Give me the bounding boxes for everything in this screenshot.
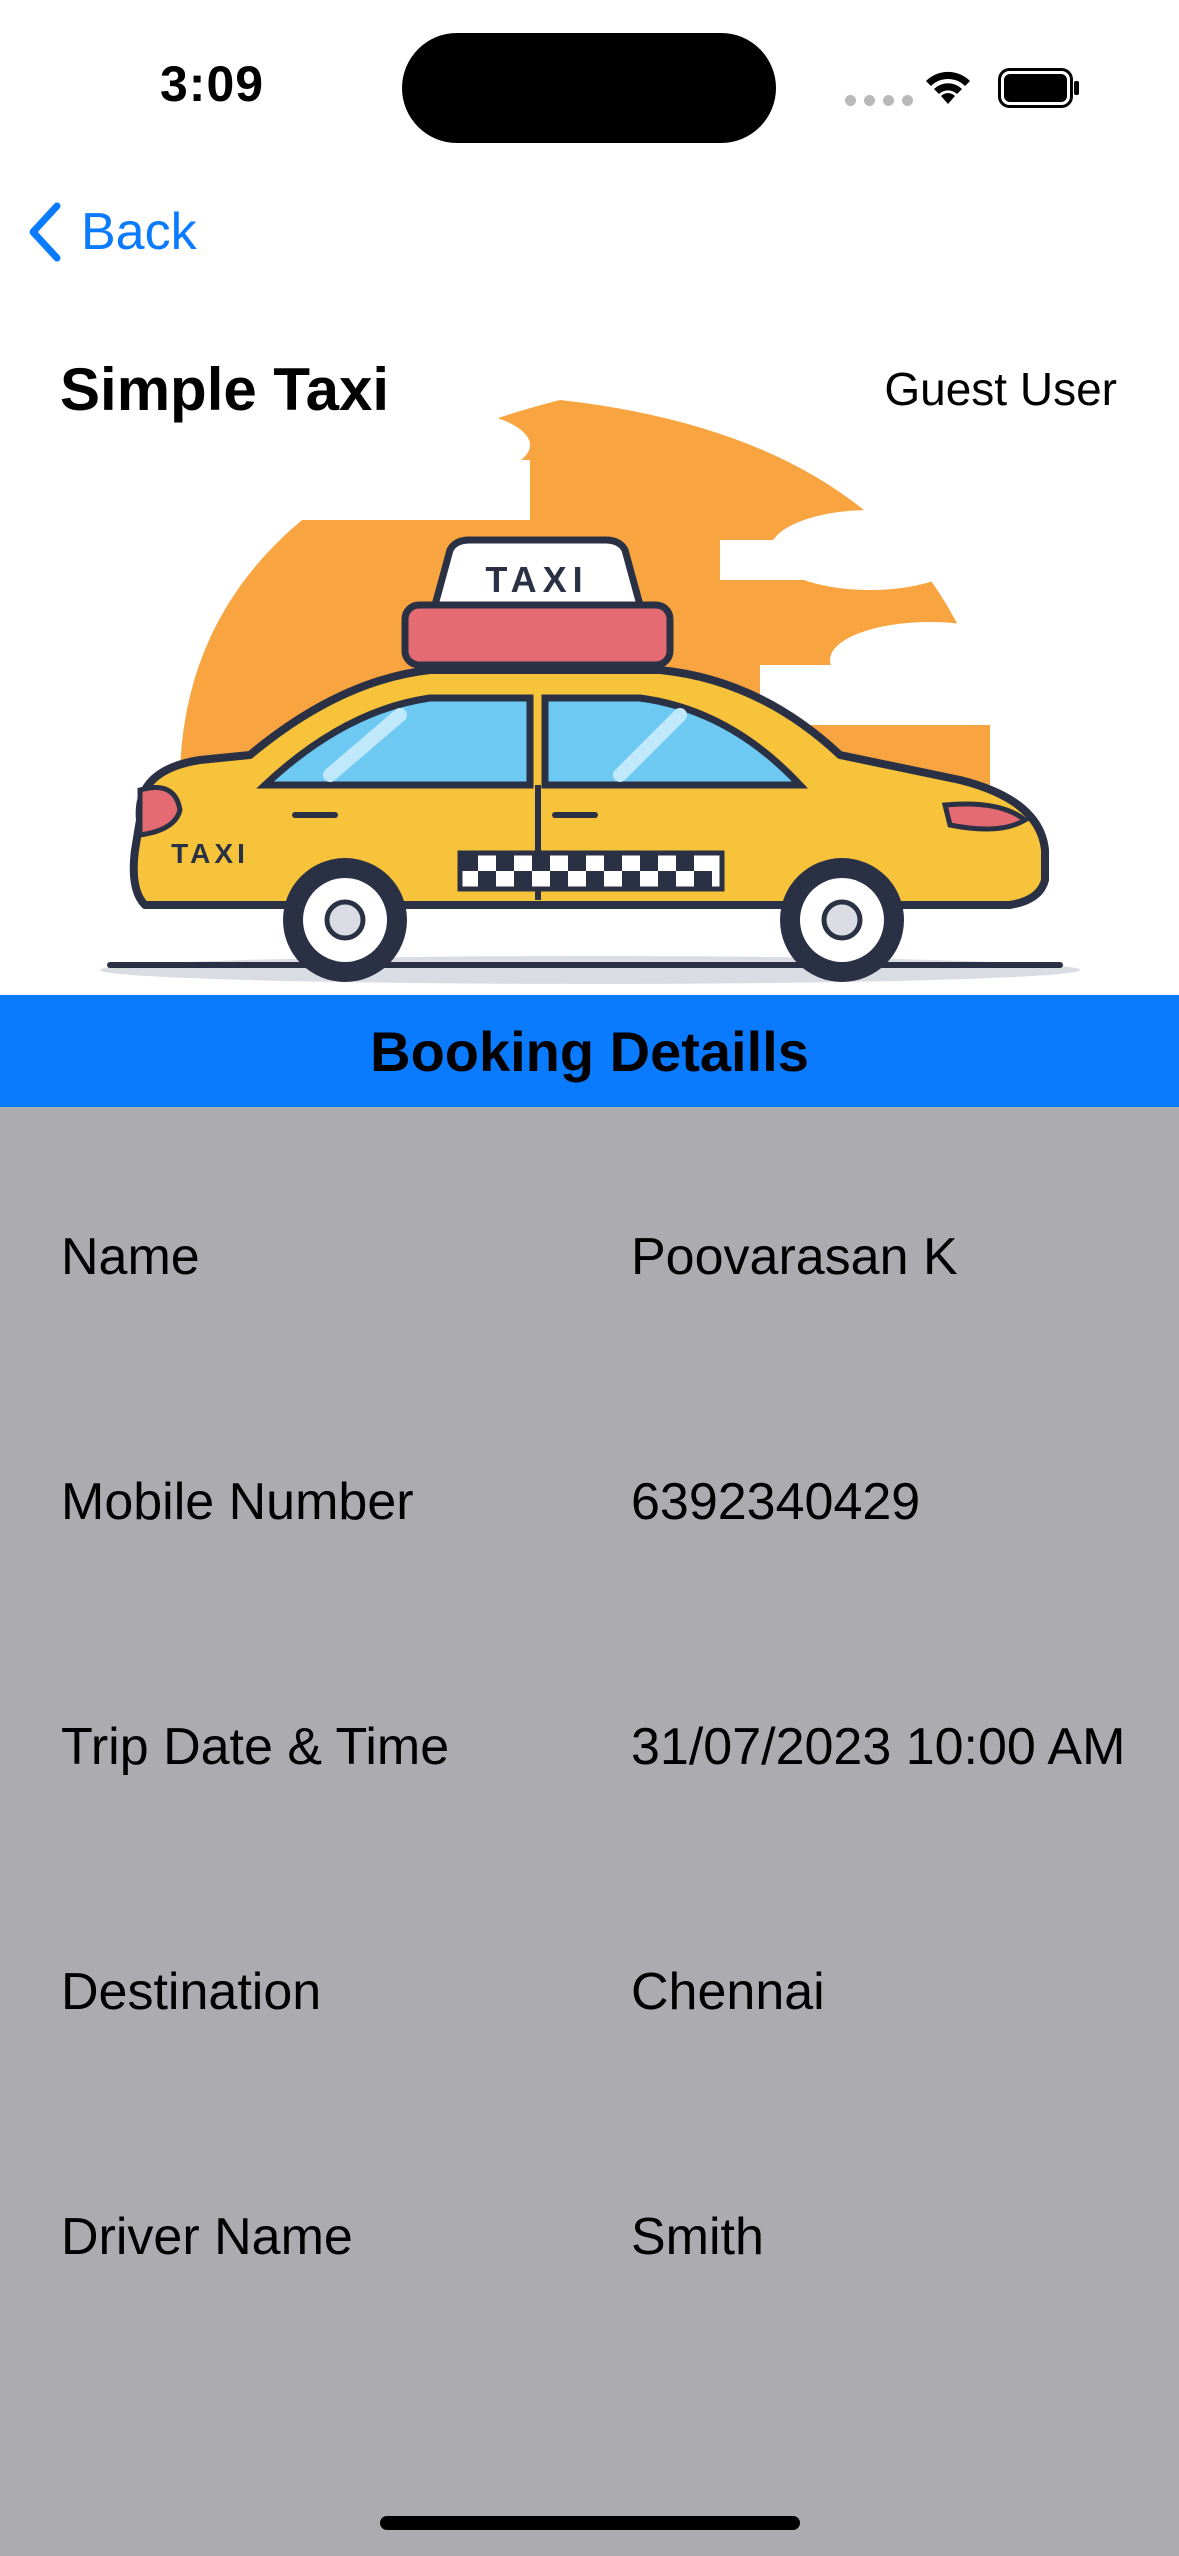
detail-label: Driver Name [61, 2208, 353, 2266]
detail-label: Trip Date & Time [61, 1718, 450, 1776]
detail-row-trip-datetime: Trip Date & Time 31/07/2023 10:00 AM [0, 1717, 1179, 1797]
detail-value: Poovarasan K [631, 1228, 958, 1286]
wifi-icon [926, 71, 970, 104]
detail-row-destination: Destination Chennai [0, 1962, 1179, 2042]
back-button[interactable]: Back [25, 197, 197, 267]
detail-label: Mobile Number [61, 1473, 414, 1531]
status-time: 3:09 [160, 56, 265, 112]
detail-value: 6392340429 [631, 1473, 921, 1531]
detail-value: Smith [631, 2208, 764, 2266]
navigation-bar: Back [0, 175, 1179, 285]
cellular-signal-icon [845, 95, 913, 106]
roof-sign-text: TAXI [485, 559, 588, 600]
booking-details-header: Booking Detaills [0, 995, 1179, 1107]
car-side-text: TAXI [171, 838, 249, 869]
booking-details-list: Name Poovarasan K Mobile Number 63923404… [0, 1107, 1179, 2556]
app-title: Simple Taxi [60, 356, 390, 423]
detail-label: Name [61, 1228, 200, 1286]
user-label: Guest User [884, 363, 1117, 415]
front-wheel [780, 858, 904, 982]
section-title: Booking Detaills [370, 1019, 809, 1083]
detail-row-mobile: Mobile Number 6392340429 [0, 1472, 1179, 1552]
detail-label: Destination [61, 1963, 322, 2021]
battery-icon [998, 68, 1079, 108]
detail-value: 31/07/2023 10:00 AM [631, 1718, 1126, 1776]
status-bar: 3:09 [0, 0, 1179, 175]
home-indicator [380, 2516, 800, 2530]
detail-row-name: Name Poovarasan K [0, 1227, 1179, 1307]
dynamic-island [402, 33, 776, 143]
chevron-left-icon [29, 202, 61, 262]
taxi-illustration: TAXI TAXI [100, 400, 1140, 984]
back-button-label: Back [81, 203, 197, 261]
detail-row-driver: Driver Name Smith [0, 2207, 1179, 2287]
rear-wheel [283, 858, 407, 982]
detail-value: Chennai [631, 1963, 825, 2021]
